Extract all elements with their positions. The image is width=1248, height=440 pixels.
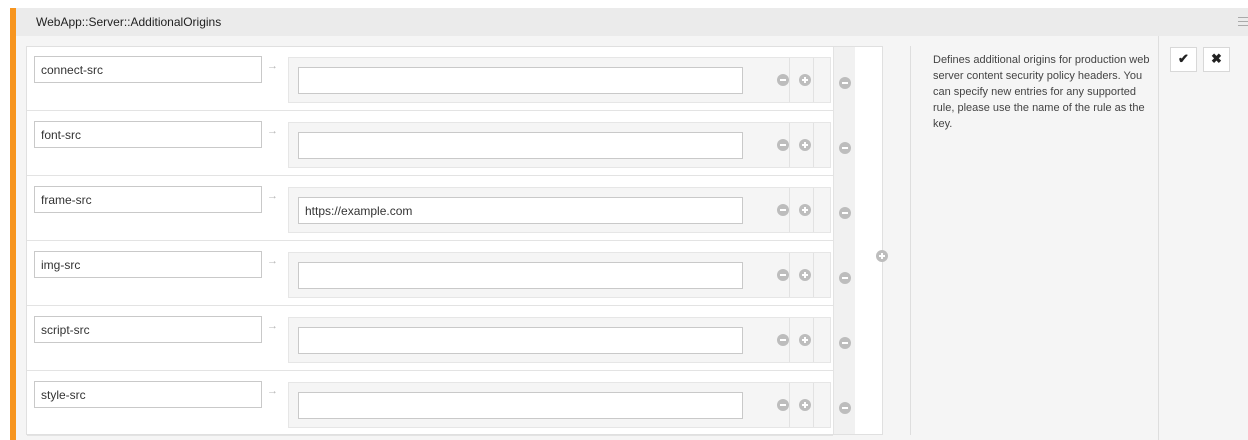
remove-value-icon[interactable]	[777, 269, 789, 281]
hash-pair-row: →	[27, 47, 833, 111]
add-value-icon[interactable]	[799, 139, 811, 151]
remove-value-icon[interactable]	[777, 139, 789, 151]
setting-description-panel: Defines additional origins for productio…	[910, 46, 1164, 435]
arrow-right-icon: →	[267, 320, 278, 332]
setting-header: WebApp::Server::AdditionalOrigins	[16, 8, 1248, 36]
add-value-icon[interactable]	[799, 399, 811, 411]
remove-pair-icon[interactable]	[839, 337, 851, 349]
hash-pair-row: →	[27, 372, 833, 436]
setting-body: → → →	[16, 36, 1248, 440]
setting-actions: ✔ ✖	[1158, 36, 1248, 440]
hash-key-input[interactable]	[34, 251, 262, 278]
hash-pair-row: →	[27, 177, 833, 241]
hash-pair-row: →	[27, 242, 833, 306]
array-value-box	[288, 382, 831, 428]
remove-pair-icon[interactable]	[839, 402, 851, 414]
setting-widget: WebApp::Server::AdditionalOrigins → →	[10, 8, 1248, 440]
remove-value-icon[interactable]	[777, 334, 789, 346]
hash-key-input[interactable]	[34, 121, 262, 148]
add-value-icon[interactable]	[799, 74, 811, 86]
hash-remove-column	[833, 47, 855, 434]
add-value-icon[interactable]	[799, 334, 811, 346]
save-button[interactable]: ✔	[1170, 47, 1197, 72]
array-value-box	[288, 122, 831, 168]
setting-title: WebApp::Server::AdditionalOrigins	[36, 15, 222, 29]
hash-pair-row: →	[27, 307, 833, 371]
array-value-box	[288, 317, 831, 363]
hash-key-input[interactable]	[34, 186, 262, 213]
remove-pair-icon[interactable]	[839, 272, 851, 284]
add-pair-icon[interactable]	[876, 250, 888, 262]
arrow-right-icon: →	[267, 60, 278, 72]
add-value-icon[interactable]	[799, 204, 811, 216]
cancel-button[interactable]: ✖	[1203, 47, 1230, 72]
remove-pair-icon[interactable]	[839, 207, 851, 219]
array-value-box	[288, 57, 831, 103]
remove-value-icon[interactable]	[777, 204, 789, 216]
add-value-icon[interactable]	[799, 269, 811, 281]
hash-key-input[interactable]	[34, 381, 262, 408]
array-value-box	[288, 252, 831, 298]
array-value-input[interactable]	[298, 392, 743, 419]
hash-key-input[interactable]	[34, 56, 262, 83]
setting-description: Defines additional origins for productio…	[933, 54, 1150, 130]
hamburger-menu-icon[interactable]	[1238, 17, 1248, 27]
remove-value-icon[interactable]	[777, 399, 789, 411]
hash-pair-row: →	[27, 112, 833, 176]
hash-editor: → → →	[26, 46, 888, 436]
remove-value-icon[interactable]	[777, 74, 789, 86]
array-value-input[interactable]	[298, 197, 743, 224]
arrow-right-icon: →	[267, 385, 278, 397]
arrow-right-icon: →	[267, 125, 278, 137]
hash-key-input[interactable]	[34, 316, 262, 343]
array-value-input[interactable]	[298, 262, 743, 289]
array-value-box	[288, 187, 831, 233]
arrow-right-icon: →	[267, 190, 278, 202]
remove-pair-icon[interactable]	[839, 142, 851, 154]
array-value-input[interactable]	[298, 67, 743, 94]
array-value-input[interactable]	[298, 327, 743, 354]
remove-pair-icon[interactable]	[839, 77, 851, 89]
arrow-right-icon: →	[267, 255, 278, 267]
array-value-input[interactable]	[298, 132, 743, 159]
